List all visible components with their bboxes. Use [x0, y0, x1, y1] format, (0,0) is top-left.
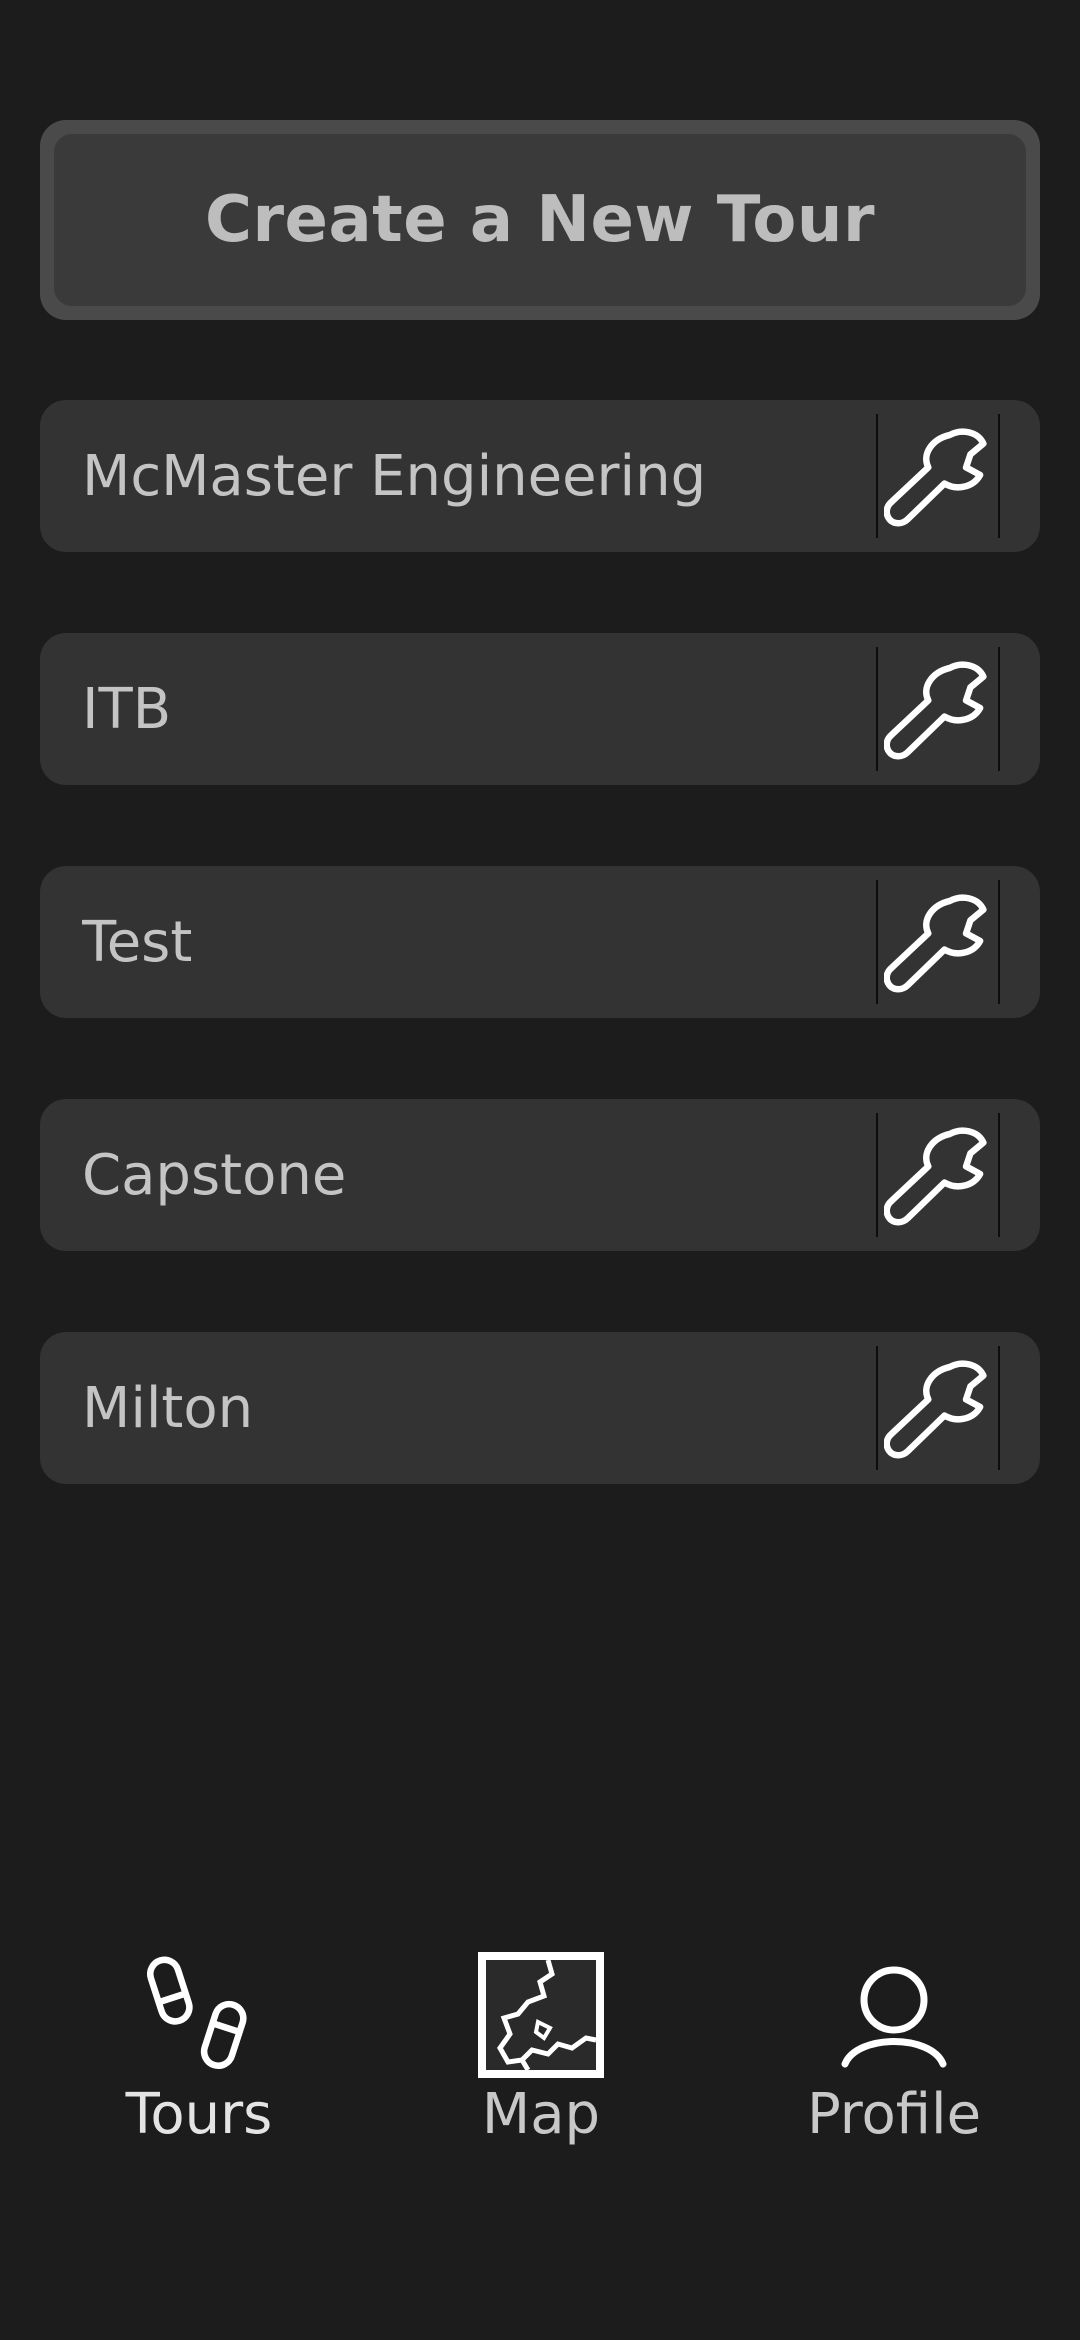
create-tour-button[interactable]: Create a New Tour: [40, 120, 1040, 320]
edit-tour-button[interactable]: [876, 880, 1000, 1004]
person-icon: [829, 1950, 959, 2080]
tour-name: McMaster Engineering: [82, 443, 707, 509]
map-icon: [476, 1950, 606, 2080]
tour-name: Test: [82, 909, 193, 975]
tour-item[interactable]: McMaster Engineering: [40, 400, 1040, 552]
nav-tab-map[interactable]: Map: [411, 1950, 671, 2160]
tour-list: McMaster Engineering ITB Test Capstone M…: [40, 400, 1040, 1565]
create-tour-button-label: Create a New Tour: [54, 134, 1026, 306]
tour-item[interactable]: ITB: [40, 633, 1040, 785]
tour-item[interactable]: Capstone: [40, 1099, 1040, 1251]
tour-name: Milton: [82, 1375, 254, 1441]
tour-name: ITB: [82, 676, 172, 742]
footprints-icon: [134, 1950, 264, 2080]
tour-name: Capstone: [82, 1142, 347, 1208]
nav-label-tours: Tours: [125, 2082, 273, 2147]
wrench-icon: [884, 1127, 987, 1226]
edit-tour-button[interactable]: [876, 1113, 1000, 1237]
tours-screen: Create a New Tour McMaster Engineering I…: [0, 0, 1080, 2340]
edit-tour-button[interactable]: [876, 414, 1000, 538]
wrench-icon: [884, 1360, 987, 1459]
nav-tab-profile[interactable]: Profile: [764, 1950, 1024, 2160]
bottom-nav: Tours Map Profile: [0, 1950, 1080, 2170]
nav-label-profile: Profile: [806, 2082, 982, 2147]
wrench-icon: [884, 428, 987, 527]
nav-label-map: Map: [481, 2082, 601, 2147]
tour-item[interactable]: Test: [40, 866, 1040, 1018]
nav-tab-tours[interactable]: Tours: [69, 1950, 329, 2160]
tour-item[interactable]: Milton: [40, 1332, 1040, 1484]
wrench-icon: [884, 894, 987, 993]
edit-tour-button[interactable]: [876, 647, 1000, 771]
wrench-icon: [884, 661, 987, 760]
edit-tour-button[interactable]: [876, 1346, 1000, 1470]
